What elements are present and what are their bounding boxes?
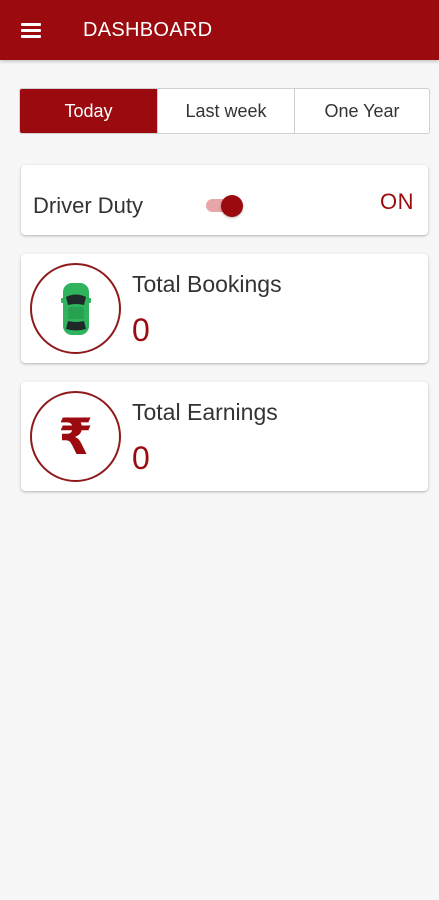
tab-today[interactable]: Today: [20, 89, 157, 133]
earnings-icon-circle: ₹: [30, 391, 121, 482]
tab-last-week[interactable]: Last week: [157, 89, 294, 133]
total-earnings-card[interactable]: ₹ Total Earnings 0: [21, 382, 428, 491]
app-bar: DASHBOARD: [0, 0, 439, 60]
rupee-icon: ₹: [58, 408, 93, 465]
page-title: DASHBOARD: [83, 18, 213, 41]
total-earnings-value: 0: [132, 440, 150, 476]
tab-one-year[interactable]: One Year: [294, 89, 429, 133]
menu-button[interactable]: [0, 0, 64, 60]
total-bookings-card[interactable]: Total Bookings 0: [21, 254, 428, 363]
menu-icon: [21, 23, 41, 38]
driver-duty-toggle[interactable]: [206, 195, 244, 217]
driver-duty-label: Driver Duty: [33, 193, 144, 218]
period-selector: Today Last week One Year: [19, 88, 430, 134]
toggle-thumb: [221, 195, 243, 217]
total-bookings-label: Total Bookings: [132, 271, 282, 297]
total-bookings-value: 0: [132, 312, 150, 348]
total-earnings-label: Total Earnings: [132, 399, 278, 425]
duty-status-text: ON: [380, 189, 414, 214]
bookings-icon-circle: [30, 263, 121, 354]
car-icon: [60, 282, 91, 335]
driver-duty-card: Driver Duty ON: [21, 165, 428, 235]
